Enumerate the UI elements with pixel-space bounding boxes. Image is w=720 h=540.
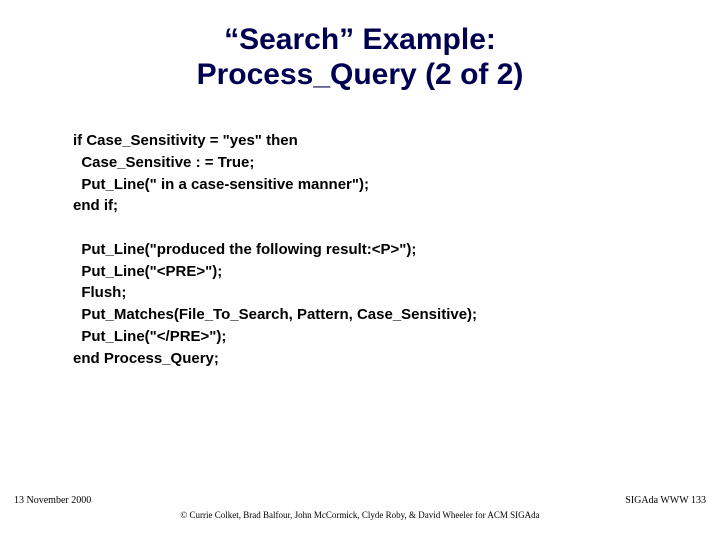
title-line-1: “Search” Example: <box>0 22 720 57</box>
slide: “Search” Example: Process_Query (2 of 2)… <box>0 0 720 540</box>
code-line: Case_Sensitive : = True; <box>73 154 254 171</box>
slide-title: “Search” Example: Process_Query (2 of 2) <box>0 0 720 93</box>
title-line-2: Process_Query (2 of 2) <box>0 57 720 92</box>
code-line: Put_Matches(File_To_Search, Pattern, Cas… <box>73 306 477 323</box>
code-line: Put_Line("produced the following result:… <box>73 241 416 258</box>
footer-page: SIGAda WWW 133 <box>625 495 706 506</box>
code-line: Flush; <box>73 284 126 301</box>
code-line: Put_Line("</PRE>"); <box>73 328 226 345</box>
code-block: if Case_Sensitivity = "yes" then Case_Se… <box>73 130 477 369</box>
footer-date: 13 November 2000 <box>14 495 91 506</box>
code-line: if Case_Sensitivity = "yes" then <box>73 132 298 149</box>
code-line: end Process_Query; <box>73 350 219 367</box>
code-line: Put_Line(" in a case-sensitive manner"); <box>73 176 369 193</box>
footer-copyright: © Currie Colket, Brad Balfour, John McCo… <box>0 510 720 520</box>
code-line: end if; <box>73 197 118 214</box>
code-line: Put_Line("<PRE>"); <box>73 263 222 280</box>
